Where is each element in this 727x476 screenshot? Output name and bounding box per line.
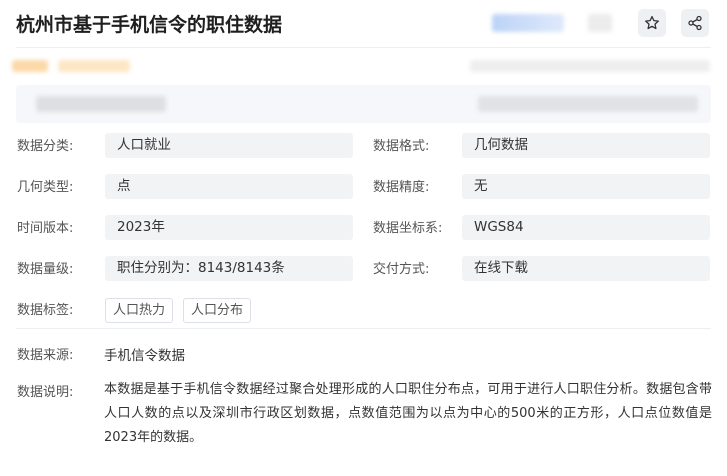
redacted-info-bar [16, 85, 711, 123]
category-label: 数据分类: [17, 139, 74, 154]
redacted-header-info-2 [588, 14, 612, 32]
redacted-meta-right [470, 60, 710, 72]
redacted-header-info [492, 14, 564, 32]
tags-label: 数据标签: [17, 303, 74, 318]
precision-value: 无 [462, 174, 710, 199]
geometry-type-value: 点 [105, 174, 353, 199]
source-label: 数据来源: [17, 348, 74, 363]
delivery-label: 交付方式: [373, 262, 430, 277]
page-title: 杭州市基于手机信令的职住数据 [16, 14, 283, 36]
redacted-meta-left [12, 60, 48, 72]
tag-item[interactable]: 人口分布 [183, 298, 252, 323]
tag-item[interactable]: 人口热力 [105, 298, 174, 323]
format-value: 几何数据 [462, 133, 710, 158]
delivery-value: 在线下载 [462, 256, 710, 281]
format-label: 数据格式: [373, 139, 430, 154]
header-divider [16, 47, 711, 48]
favorite-button[interactable] [638, 9, 666, 37]
share-icon [688, 15, 702, 31]
volume-label: 数据量级: [17, 262, 74, 277]
precision-label: 数据精度: [373, 180, 430, 195]
description-text: 本数据是基于手机信令数据经过聚合处理形成的人口职住分布点，可用于进行人口职住分析… [104, 382, 712, 445]
redacted-info-right [478, 96, 698, 112]
version-label: 时间版本: [17, 221, 74, 236]
source-value: 手机信令数据 [104, 348, 185, 364]
category-value: 人口就业 [105, 133, 353, 158]
section-divider [16, 328, 711, 329]
version-value: 2023年 [105, 215, 353, 240]
geometry-type-label: 几何类型: [17, 180, 74, 195]
redacted-meta-left-2 [58, 60, 130, 72]
description-label: 数据说明: [17, 385, 74, 400]
redacted-info-left [36, 96, 166, 112]
star-icon [645, 15, 659, 30]
crs-value: WGS84 [462, 215, 710, 240]
crs-label: 数据坐标系: [373, 221, 443, 236]
share-button[interactable] [681, 9, 709, 37]
volume-value: 职住分别为：8143/8143条 [105, 256, 353, 281]
